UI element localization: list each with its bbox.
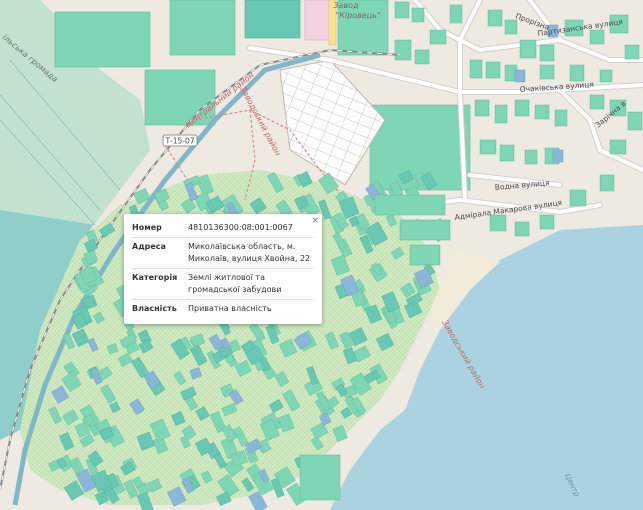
parcel-info-table: Номер 4810136300:08:001:0067 Адреса Мико… [132, 219, 314, 318]
highway-shield: Т-15-07 [162, 134, 198, 147]
row-value-number: 4810136300:08:001:0067 [188, 223, 293, 232]
map-label-plant-line2: "Кіровець" [335, 11, 380, 20]
row-key-address: Адреса [132, 237, 188, 269]
map-label-plant-line1: Завод [333, 1, 359, 10]
close-icon[interactable]: × [311, 216, 319, 226]
row-key-category: Категорія [132, 268, 188, 300]
table-row: Категорія Землі житлової та громадської … [132, 268, 314, 300]
table-row: Адреса Миколаївська область, м. Миколаїв… [132, 237, 314, 269]
row-value-address: Миколаївська область, м. Миколаїв, вулиц… [188, 237, 314, 269]
row-value-category: Землі житлової та громадської забудови [188, 268, 314, 300]
table-row: Номер 4810136300:08:001:0067 [132, 219, 314, 238]
highway-ref-label: Т-15-07 [164, 137, 194, 146]
row-key-number: Номер [132, 223, 162, 232]
table-row: Власність Приватна власність [132, 299, 314, 318]
row-key-ownership: Власність [132, 299, 188, 318]
row-value-ownership: Приватна власність [188, 299, 314, 318]
parcel-info-popup: × Номер 4810136300:08:001:0067 Адреса Ми… [124, 214, 322, 324]
